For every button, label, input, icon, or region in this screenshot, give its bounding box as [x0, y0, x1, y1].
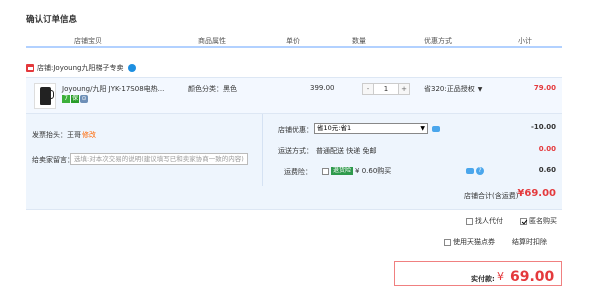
shipping-method: 普通配送 快递 免邮: [316, 147, 377, 155]
product-thumbnail[interactable]: [34, 83, 56, 109]
guarantee-badge-icon: 保: [71, 95, 79, 103]
promotion-dropdown[interactable]: 省320:正品授权 ▼: [424, 84, 482, 94]
col-header-price: 单价: [286, 37, 300, 45]
shop-promo-label: 店铺优惠：: [278, 126, 313, 134]
tmall-points-option[interactable]: 使用天猫点券: [444, 237, 495, 247]
col-header-subtotal: 小计: [518, 37, 532, 45]
return-badge-icon: 7: [62, 95, 70, 103]
unit-price: 399.00: [310, 84, 335, 92]
anonymous-option[interactable]: 匿名购买: [520, 216, 557, 226]
service-badges: 7 保 ⊙: [62, 95, 88, 103]
col-header-quantity: 数量: [352, 37, 366, 45]
col-header-items: 店铺宝贝: [74, 37, 102, 45]
chat-icon[interactable]: [128, 64, 137, 72]
insurance-checkbox[interactable]: [322, 167, 329, 175]
pay-for-me-label: 找人代付: [475, 217, 503, 225]
item-subtotal: 79.00: [533, 84, 556, 92]
payment-badge-icon: ⊙: [80, 95, 88, 103]
tmall-points-label: 使用天猫点券: [453, 238, 495, 246]
shop-promo-selected: 省10元:省1: [317, 124, 352, 132]
quantity-input[interactable]: 1: [374, 83, 398, 95]
promotion-label: 省320:正品授权: [424, 85, 475, 93]
shop-total-label: 店铺合计(含运费): [464, 192, 519, 200]
product-name-link[interactable]: Joyoung/九阳 JYK-17S08电热...: [62, 84, 164, 94]
payment-summary: 实付款: ¥ 69.00: [394, 261, 562, 286]
payment-label: 实付款:: [471, 275, 495, 283]
help-icon[interactable]: ?: [476, 167, 484, 175]
shop-row: 店铺: Joyoung九阳梯子专卖: [26, 62, 137, 74]
order-item-row: Joyoung/九阳 JYK-17S08电热... 7 保 ⊙ 颜色分类：黑色 …: [26, 77, 562, 113]
tmall-points-checkbox[interactable]: [444, 238, 451, 246]
shipping-label: 运送方式：: [278, 147, 313, 155]
page-title: 确认订单信息: [26, 15, 78, 25]
invoice-edit-link[interactable]: 修改: [82, 130, 96, 140]
order-options-panel: 发票抬头：王哥 修改 给卖家留言： 选填:对本次交易的说明(建议填写已和卖家协商…: [26, 113, 562, 210]
anonymous-label: 匿名购买: [529, 217, 557, 225]
payment-currency: ¥: [497, 270, 504, 283]
insurance-price: ¥ 0.60购买: [355, 167, 392, 175]
divider: [262, 114, 263, 186]
shop-promo-value: -10.00: [530, 123, 556, 131]
col-header-promotion: 优惠方式: [424, 37, 452, 45]
invoice-label: 发票抬头：王哥: [32, 131, 81, 139]
chevron-down-icon: ▼: [420, 125, 425, 132]
shipping-value: 0.00: [538, 145, 556, 153]
shop-prefix: 店铺:: [37, 64, 54, 72]
shop-icon: [26, 64, 34, 72]
kettle-handle: [50, 90, 54, 99]
shop-name-link[interactable]: Joyoung九阳梯子专卖: [53, 63, 123, 73]
quantity-plus-button[interactable]: +: [398, 83, 410, 95]
insurance-option[interactable]: 退货险 ¥ 0.60购买: [322, 166, 391, 176]
settle-note: 结算时扣除: [512, 237, 547, 247]
quantity-stepper: - 1 +: [362, 83, 410, 95]
insurance-value: 0.60: [538, 166, 556, 174]
shop-total-value: ¥69.00: [517, 188, 556, 199]
pay-for-me-option[interactable]: 找人代付: [466, 216, 503, 226]
chevron-down-icon: ▼: [477, 85, 483, 93]
pay-for-me-checkbox[interactable]: [466, 217, 473, 225]
message-label: 给卖家留言：: [32, 156, 74, 164]
product-attribute: 颜色分类：黑色: [188, 85, 237, 93]
chat-icon[interactable]: [466, 168, 474, 174]
chat-icon[interactable]: [432, 126, 440, 132]
insurance-label: 运费险：: [284, 168, 312, 176]
anonymous-checkbox[interactable]: [520, 217, 527, 225]
quantity-minus-button[interactable]: -: [362, 83, 374, 95]
col-header-attributes: 商品属性: [198, 37, 226, 45]
payment-amount: 69.00: [510, 269, 555, 285]
insurance-tag: 退货险: [331, 167, 354, 175]
settle-label: 结算时扣除: [512, 238, 547, 246]
shop-promo-select[interactable]: 省10元:省1 ▼: [314, 123, 428, 134]
table-header: 店铺宝贝 商品属性 单价 数量 优惠方式 小计: [26, 31, 562, 48]
seller-message-input[interactable]: 选填:对本次交易的说明(建议填写已和卖家协商一致的内容): [70, 153, 248, 165]
